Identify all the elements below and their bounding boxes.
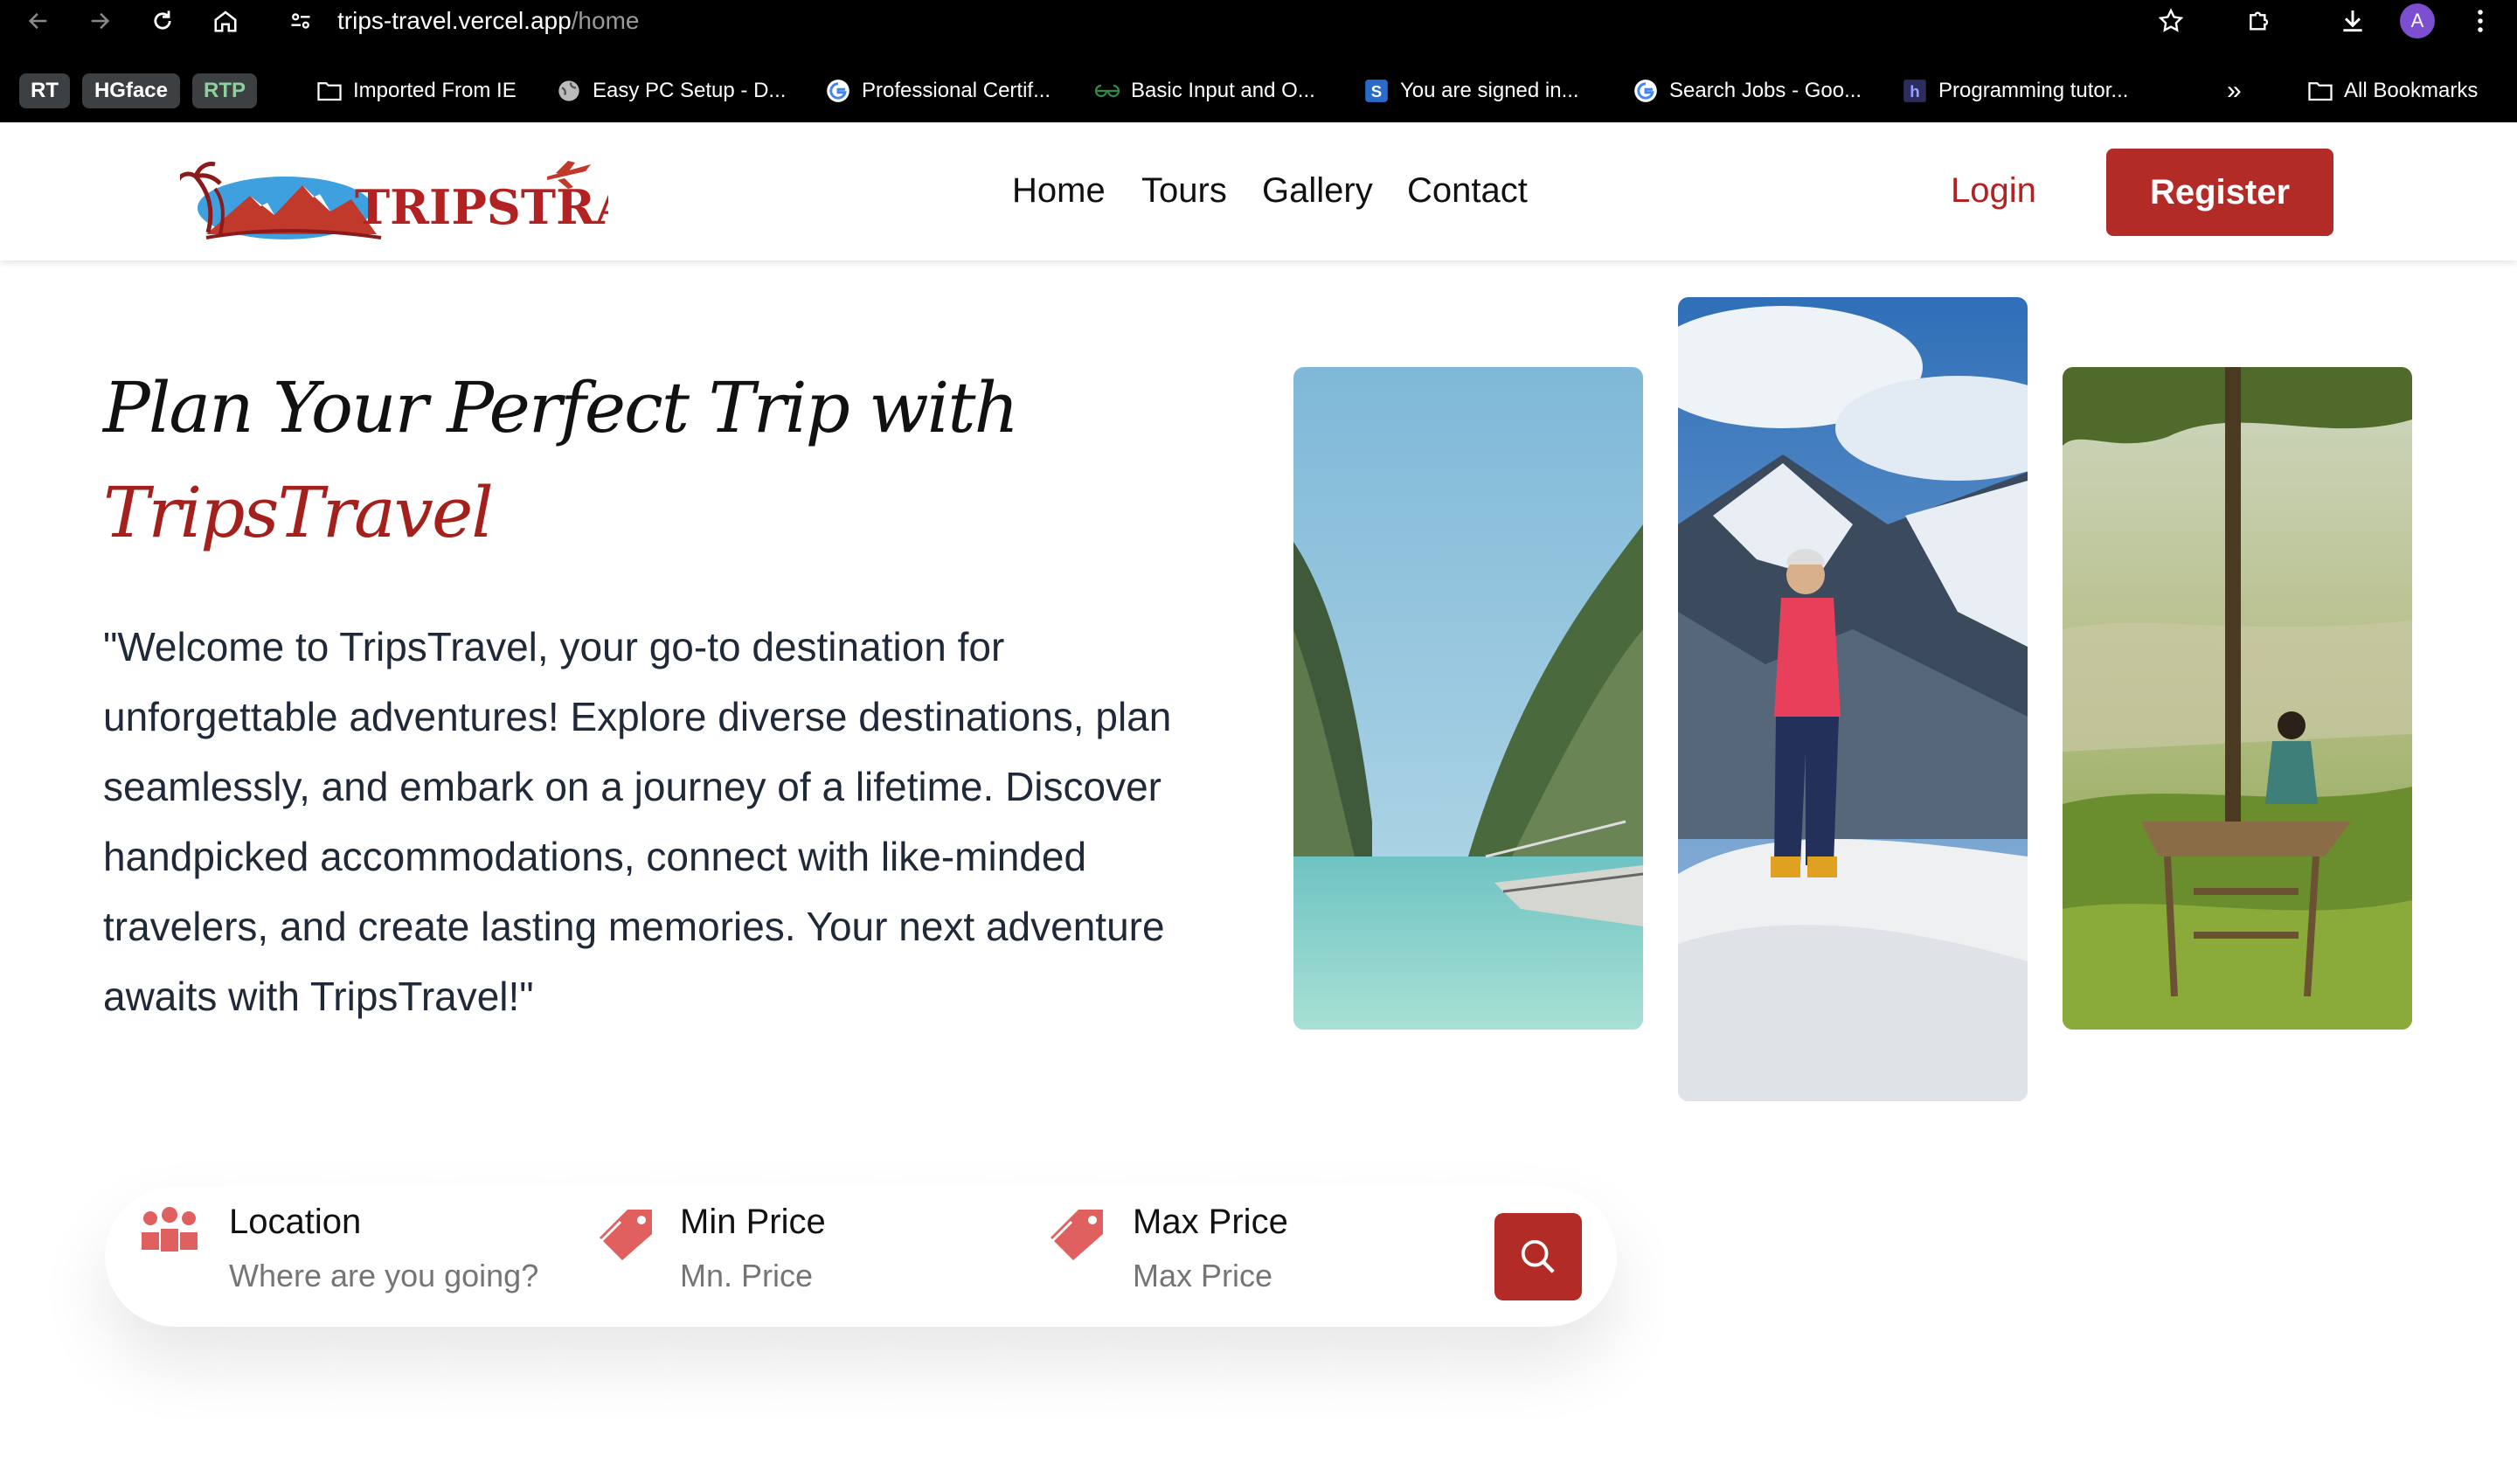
max-price-input[interactable]: [1133, 1258, 1465, 1294]
nav-gallery[interactable]: Gallery: [1262, 171, 1373, 211]
gfg-icon: [1094, 78, 1120, 104]
hero-title: Plan Your Perfect Trip with: [103, 367, 1019, 448]
bookmark-easy-pc-setup[interactable]: Easy PC Setup - D...: [556, 75, 786, 107]
bookmarks-bar: RT HGface RTP Imported From IE Easy PC S…: [0, 72, 2517, 110]
url-path: /home: [571, 7, 640, 34]
bookmark-label: Imported From IE: [353, 79, 517, 102]
folder-icon: [316, 78, 343, 104]
kebab-menu-icon[interactable]: [2465, 5, 2496, 37]
globe-icon: [556, 78, 582, 104]
bookmark-search-jobs[interactable]: Search Jobs - Goo...: [1633, 75, 1862, 107]
bookmark-label: Professional Certif...: [862, 79, 1051, 102]
hero-line: "Welcome to TripsTravel, your go-to dest…: [103, 624, 1005, 669]
location-input[interactable]: [229, 1258, 561, 1294]
bookmark-all-bookmarks[interactable]: All Bookmarks: [2307, 75, 2478, 107]
logo-text: TRIPSTRAVELS: [355, 179, 608, 235]
s-logo-icon: S: [1363, 78, 1390, 104]
hero-photo-mountaineer: [1678, 297, 2028, 1101]
url-field[interactable]: trips-travel.vercel.app/home: [337, 7, 639, 35]
hero-line: travelers, and create lasting memories. …: [103, 904, 1165, 949]
bookmark-imported-from-ie[interactable]: Imported From IE: [316, 75, 517, 107]
bookmark-label: Programming tutor...: [1938, 79, 2129, 102]
bookmark-pill-hgface[interactable]: HGface: [82, 73, 180, 108]
hero-line: awaits with TripsTravel!": [103, 974, 534, 1019]
tripstravels-logo[interactable]: TRIPSTRAVELS: [176, 154, 768, 241]
bookmark-label: Search Jobs - Goo...: [1669, 79, 1862, 102]
hero-brand-name: TripsTravel: [103, 472, 494, 553]
people-group-icon: [138, 1206, 201, 1263]
home-icon[interactable]: [210, 5, 241, 37]
max-price-field: Max Price: [1133, 1203, 1465, 1294]
reload-icon[interactable]: [147, 5, 178, 37]
google-g-icon: [1633, 78, 1659, 104]
address-bar-row: trips-travel.vercel.app/home A: [0, 0, 2517, 44]
location-field: Location: [229, 1203, 561, 1294]
download-icon[interactable]: [2337, 5, 2368, 37]
extensions-puzzle-icon[interactable]: [2244, 5, 2276, 37]
hero-line: seamlessly, and embark on a journey of a…: [103, 764, 1162, 809]
max-price-label: Max Price: [1133, 1203, 1288, 1241]
browser-chrome: trips-travel.vercel.app/home A RT HGface…: [0, 0, 2517, 122]
url-host: trips-travel.vercel.app: [337, 7, 572, 34]
bookmark-label: Easy PC Setup - D...: [593, 79, 787, 102]
google-g-icon: [825, 78, 851, 104]
min-price-label: Min Price: [680, 1203, 826, 1241]
site-info-icon[interactable]: [285, 5, 316, 37]
svg-text:h: h: [1910, 82, 1919, 101]
search-button[interactable]: [1494, 1213, 1582, 1300]
bookmark-pill-rt[interactable]: RT: [19, 73, 70, 108]
min-price-input[interactable]: [680, 1258, 1012, 1294]
profile-avatar[interactable]: A: [2400, 3, 2435, 38]
search-icon: [1521, 1239, 1555, 1273]
price-tag-icon: [1045, 1206, 1106, 1268]
nav-contact[interactable]: Contact: [1407, 171, 1528, 211]
register-button[interactable]: Register: [2106, 149, 2333, 236]
bookmark-label: All Bookmarks: [2344, 79, 2479, 102]
price-tag-icon: [594, 1206, 655, 1268]
bookmark-label: You are signed in...: [1400, 79, 1579, 102]
bookmark-professional-certif[interactable]: Professional Certif...: [825, 75, 1050, 107]
hero-line: unforgettable adventures! Explore divers…: [103, 694, 1172, 739]
forward-arrow-icon[interactable]: [84, 5, 115, 37]
h-logo-icon: h: [1902, 78, 1928, 104]
nav-tours[interactable]: Tours: [1141, 171, 1227, 211]
bookmark-label: Basic Input and O...: [1131, 79, 1315, 102]
hero-photo-treehouse: [2063, 367, 2412, 1030]
bookmarks-overflow-chevron-icon[interactable]: »: [2227, 75, 2242, 107]
site-header: TRIPSTRAVELS Home Tours Gallery Contact …: [0, 122, 2517, 260]
bookmark-signed-in[interactable]: S You are signed in...: [1363, 75, 1579, 107]
nav-home[interactable]: Home: [1012, 171, 1106, 211]
tour-search-bar: Location Min Price Max Price: [105, 1187, 1617, 1327]
folder-icon: [2307, 78, 2333, 104]
svg-text:S: S: [1371, 82, 1382, 101]
back-arrow-icon[interactable]: [23, 5, 54, 37]
hero-photo-lagoon: [1293, 367, 1643, 1030]
hero-line: handpicked accommodations, connect with …: [103, 834, 1087, 879]
bookmark-basic-input[interactable]: Basic Input and O...: [1094, 75, 1315, 107]
star-bookmark-icon[interactable]: [2155, 5, 2187, 37]
min-price-field: Min Price: [680, 1203, 1012, 1294]
login-link[interactable]: Login: [1951, 171, 2036, 211]
hero-description: "Welcome to TripsTravel, your go-to dest…: [103, 612, 1196, 1031]
bookmark-pill-rtp[interactable]: RTP: [192, 73, 257, 108]
location-label: Location: [229, 1203, 362, 1241]
bookmark-programming-tutor[interactable]: h Programming tutor...: [1902, 75, 2128, 107]
